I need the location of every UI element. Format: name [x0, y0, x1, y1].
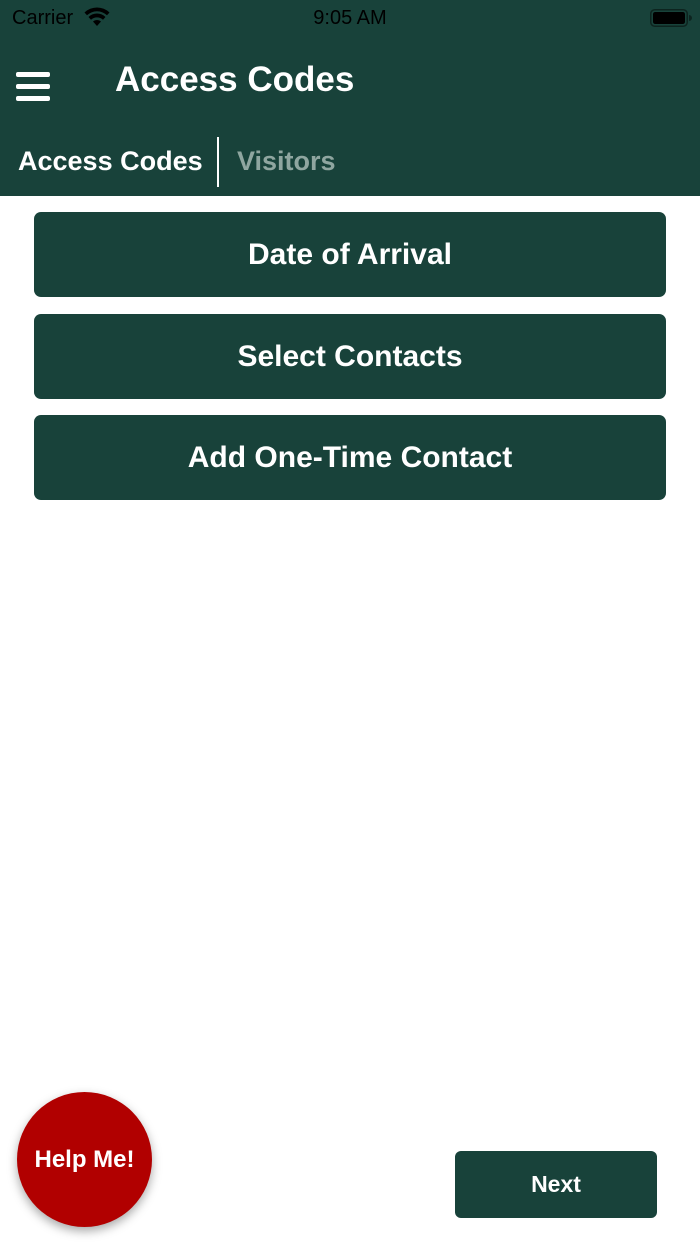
- menu-bar-line: [16, 96, 50, 101]
- battery-icon: [650, 9, 692, 27]
- menu-bar-line: [16, 72, 50, 77]
- select-contacts-button[interactable]: Select Contacts: [34, 314, 666, 399]
- status-bar: Carrier 9:05 AM: [0, 0, 700, 36]
- tab-visitors[interactable]: Visitors: [237, 146, 336, 177]
- next-button[interactable]: Next: [455, 1151, 657, 1218]
- menu-bar-line: [16, 84, 50, 89]
- add-one-time-contact-button[interactable]: Add One-Time Contact: [34, 415, 666, 500]
- hamburger-menu-icon[interactable]: [16, 70, 52, 104]
- app-header: Carrier 9:05 AM Access Codes Access Code…: [0, 0, 700, 196]
- tab-access-codes[interactable]: Access Codes: [18, 146, 203, 177]
- status-time: 9:05 AM: [313, 7, 387, 29]
- app-screen: Carrier 9:05 AM Access Codes Access Code…: [0, 0, 700, 1244]
- help-me-button[interactable]: Help Me!: [17, 1092, 152, 1227]
- date-of-arrival-button[interactable]: Date of Arrival: [34, 212, 666, 297]
- page-title: Access Codes: [115, 60, 355, 99]
- tab-divider: [217, 137, 219, 187]
